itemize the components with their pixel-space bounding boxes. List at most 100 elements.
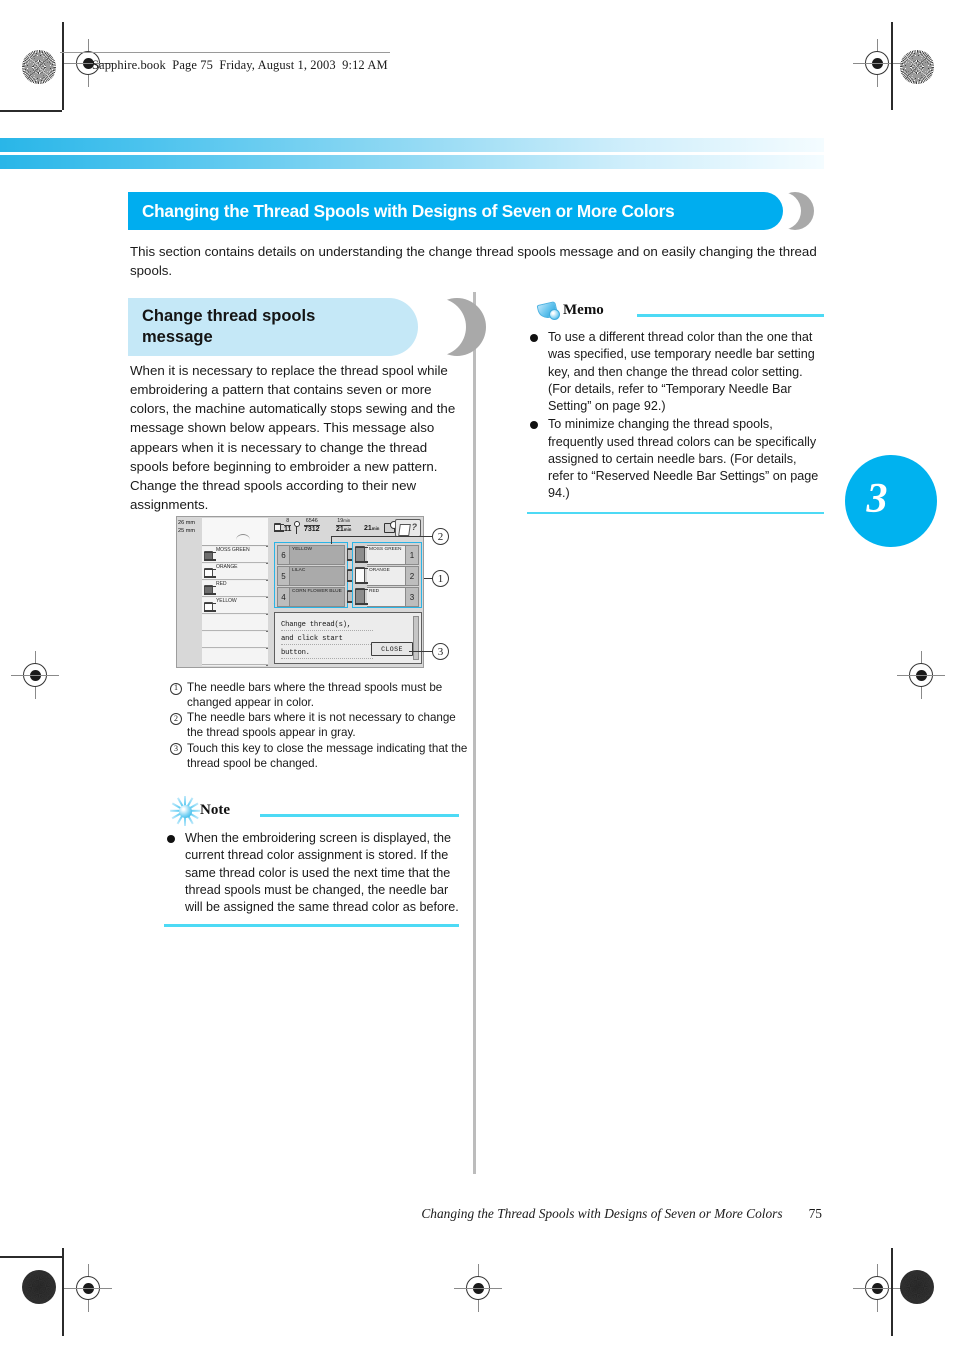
help-key[interactable] <box>395 519 421 537</box>
legend-item: 1 The needle bars where the thread spool… <box>170 681 470 710</box>
callout-circle-2: 2 <box>432 528 449 545</box>
banner-fill: Changing the Thread Spools with Designs … <box>128 192 783 230</box>
spool-icon <box>203 568 216 578</box>
stitch-current: 8 <box>284 518 292 526</box>
header-rule <box>60 52 390 53</box>
spool-icon <box>203 602 216 612</box>
column-divider <box>473 292 476 1174</box>
needle-bar-row[interactable]: 4 CORN FLOWER BLUE <box>277 587 358 607</box>
needle-bar-number: 6 <box>277 545 290 565</box>
trim-line-bottom-left-horizontal <box>0 1256 62 1258</box>
needle-bar-color-name: RED <box>367 587 406 607</box>
callout-leader-3 <box>409 651 432 652</box>
note-rule-top <box>260 814 459 817</box>
needle-bar-color-name: YELLOW <box>290 545 345 565</box>
section-title-banner: Changing the Thread Spools with Designs … <box>128 192 828 230</box>
crosshair-mark-bottom-right <box>853 1264 901 1312</box>
note-title: Note <box>200 802 230 818</box>
callout-leader-2-horizontal <box>331 536 432 537</box>
stitch-progress: 8 11 <box>284 518 292 535</box>
spool-icon <box>354 567 368 584</box>
thread-name: MOSS GREEN <box>216 547 250 553</box>
message-line-2: and click start <box>281 635 373 645</box>
change-thread-message-box: Change thread(s), and click start button… <box>274 612 422 664</box>
legend-number: 3 <box>170 743 182 756</box>
needle-bar-color-name: CORN FLOWER BLUE <box>290 587 345 607</box>
figure-legend: 1 The needle bars where the thread spool… <box>170 681 470 772</box>
time-progress: 19min 21min <box>336 518 352 535</box>
memo-page-icon <box>535 300 561 322</box>
subsection-heading-line1: Change thread spools <box>142 306 316 325</box>
needle-bar-color-name: MOSS GREEN <box>367 545 406 565</box>
needle-bar-color-name: LILAC <box>290 566 345 586</box>
size-labels: 26 mm 25 mm <box>178 519 204 536</box>
memo-title: Memo <box>563 302 604 318</box>
thread-list-item-empty[interactable] <box>202 632 268 648</box>
thread-name: RED <box>216 581 227 587</box>
legend-text: Touch this key to close the message indi… <box>187 741 468 770</box>
memo-item: To minimize changing the thread spools, … <box>527 416 824 502</box>
spool-icon <box>203 551 216 561</box>
thread-list-panel: MOSS GREEN 1 ORANGE 2 RED 3 YELLOW 6 <box>202 518 277 666</box>
thread-name: ORANGE <box>216 564 238 570</box>
count-progress: 6546 7312 <box>304 518 320 535</box>
page-number: 75 <box>808 1206 822 1221</box>
crosshair-mark-top-right <box>853 39 901 87</box>
close-button[interactable]: CLOSE <box>371 642 413 656</box>
callout-leader-1 <box>424 578 432 579</box>
legend-text: The needle bars where the thread spools … <box>187 681 443 709</box>
crosshair-mark-mid-left <box>11 651 59 699</box>
moire-registration-mark-bottom-right <box>900 1270 934 1304</box>
needle-panel-unchanged[interactable]: 6 YELLOW 5 LILAC 4 CORN FLOWER BLUE <box>274 542 358 608</box>
thread-list-item[interactable]: YELLOW 6 <box>202 598 277 614</box>
needle-bar-number: 4 <box>277 587 290 607</box>
message-line-1: Change thread(s), <box>281 621 373 631</box>
legend-item: 3 Touch this key to close the message in… <box>170 742 470 771</box>
needle-icon <box>294 521 300 534</box>
thread-list-item[interactable]: MOSS GREEN 1 <box>202 547 277 563</box>
needle-bar-color-name: ORANGE <box>367 566 406 586</box>
document-page: Sapphire.book Page 75 Friday, August 1, … <box>0 0 954 1351</box>
message-scrollbar[interactable] <box>413 616 419 660</box>
needle-bar-row[interactable]: MOSS GREEN 1 <box>354 545 419 565</box>
heading-fill: Change thread spools message <box>128 298 418 356</box>
moire-registration-mark-top-right <box>900 50 934 84</box>
needle-bar-number: 1 <box>406 545 419 565</box>
bullet-dot <box>530 334 538 342</box>
needle-bar-row[interactable]: 5 LILAC <box>277 566 358 586</box>
callout-circle-3: 3 <box>432 643 449 660</box>
thread-list-item[interactable]: ORANGE 2 <box>202 564 277 580</box>
memo-rule-bottom <box>527 511 824 515</box>
memo-rule-top <box>637 314 824 317</box>
pattern-preview <box>202 518 268 546</box>
spool-icon <box>203 585 216 595</box>
legend-number: 2 <box>170 712 182 725</box>
note-rule-bottom <box>164 924 459 927</box>
crosshair-mark-bottom-left <box>64 1264 112 1312</box>
section-intro-text: This section contains details on underst… <box>130 244 817 278</box>
time-current: 19min <box>336 518 352 526</box>
crosshair-mark-bottom-center <box>454 1264 502 1312</box>
needle-bar-row[interactable]: ORANGE 2 <box>354 566 419 586</box>
callout-leader-2-vertical <box>331 536 332 544</box>
bullet-dot <box>530 421 538 430</box>
needle-panel-to-change[interactable]: MOSS GREEN 1 ORANGE 2 RED 3 <box>352 542 422 608</box>
spool-status-icon <box>273 523 284 532</box>
note-item: When the embroidering screen is displaye… <box>164 830 459 916</box>
thread-list-item-empty[interactable] <box>202 615 268 631</box>
note-header: Note <box>164 796 459 826</box>
thread-list-item[interactable]: RED 3 <box>202 581 277 597</box>
spool-icon <box>354 588 368 605</box>
time-total: 21min <box>336 525 352 533</box>
trim-line-top-left-horizontal <box>0 110 62 112</box>
chapter-number: 3 <box>866 476 888 522</box>
time-remaining-value: 21min <box>364 525 380 532</box>
memo-item-text: To minimize changing the thread spools, … <box>548 417 819 501</box>
note-item-text: When the embroidering screen is displaye… <box>185 831 459 914</box>
needle-bar-row[interactable]: 6 YELLOW <box>277 545 358 565</box>
thread-list-item-empty[interactable] <box>202 649 268 665</box>
trim-line-bottom-right-vertical <box>891 1248 893 1336</box>
footer-title: Changing the Thread Spools with Designs … <box>421 1206 783 1221</box>
needle-bar-row[interactable]: RED 3 <box>354 587 419 607</box>
note-block: Note When the embroidering screen is dis… <box>164 796 459 927</box>
